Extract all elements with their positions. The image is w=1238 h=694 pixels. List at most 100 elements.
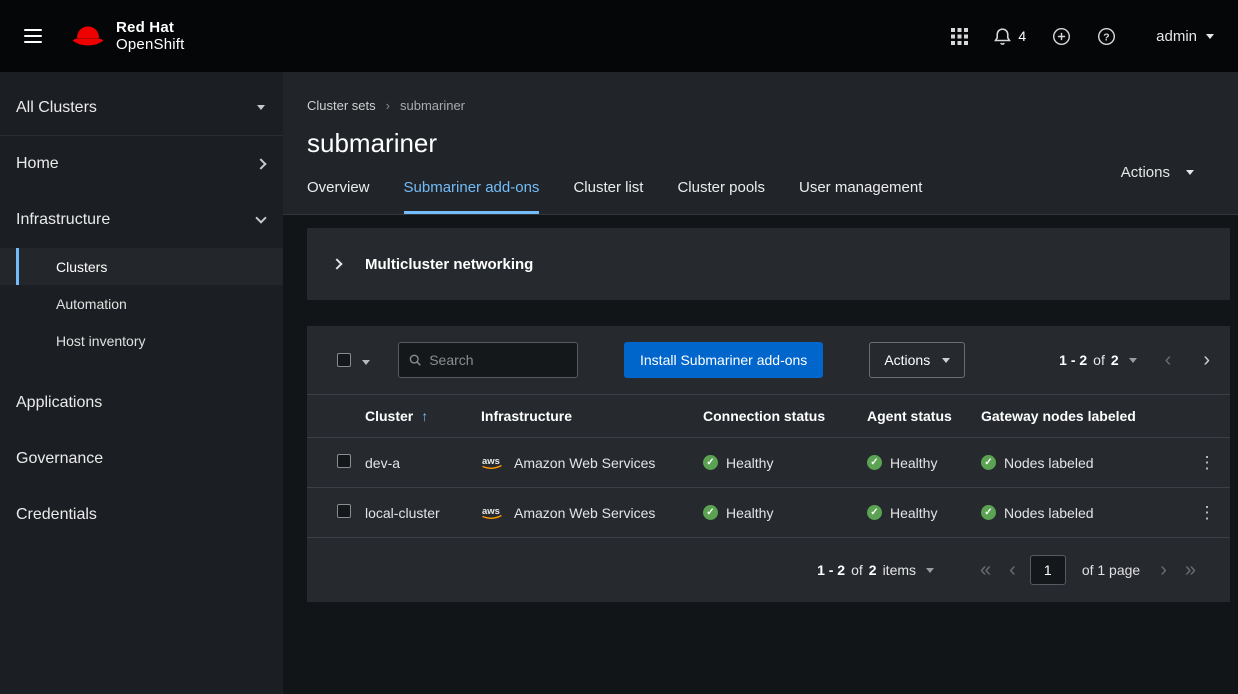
notifications-button[interactable]: 4 bbox=[994, 27, 1026, 46]
page-actions-label: Actions bbox=[1121, 164, 1170, 181]
bulk-select bbox=[337, 351, 372, 370]
sidebar-item-label: Applications bbox=[16, 394, 102, 412]
pagination-range: 1 - 2 bbox=[1059, 352, 1087, 368]
plus-circle-icon bbox=[1052, 27, 1071, 46]
multicluster-networking-card: Multicluster networking bbox=[307, 228, 1230, 300]
gateway-nodes-status[interactable]: ✓ Nodes labeled bbox=[981, 455, 1174, 471]
row-kebab-menu-icon[interactable]: ⋮ bbox=[1191, 449, 1224, 477]
current-page-input[interactable] bbox=[1030, 555, 1066, 585]
question-circle-icon: ? bbox=[1097, 27, 1116, 46]
table-actions-dropdown[interactable]: Actions bbox=[869, 342, 965, 378]
check-circle-icon: ✓ bbox=[867, 505, 882, 520]
column-header-agent-status: Agent status bbox=[857, 408, 971, 424]
prev-page-button[interactable]: ‹ bbox=[1005, 560, 1020, 580]
submariner-table-card: Install Submariner add-ons Actions 1 - 2… bbox=[307, 326, 1230, 602]
breadcrumb-link-cluster-sets[interactable]: Cluster sets bbox=[307, 98, 376, 113]
create-button[interactable] bbox=[1052, 27, 1071, 46]
first-page-button[interactable]: « bbox=[976, 560, 995, 580]
page-actions-dropdown[interactable]: Actions bbox=[1121, 164, 1194, 181]
sort-ascending-icon: ↑ bbox=[421, 408, 428, 424]
bulk-select-checkbox[interactable] bbox=[337, 353, 351, 367]
pagination-of-label: of bbox=[851, 562, 863, 578]
table-row: dev-a aws Amazon Web Services ✓ Healthy bbox=[307, 438, 1230, 488]
status-label: Nodes labeled bbox=[1004, 455, 1094, 471]
sidebar-item-home[interactable]: Home bbox=[0, 136, 283, 192]
gateway-nodes-status[interactable]: ✓ Nodes labeled bbox=[981, 505, 1174, 521]
main-content: Cluster sets › submariner submariner Act… bbox=[283, 72, 1238, 694]
help-button[interactable]: ? bbox=[1097, 27, 1116, 46]
expand-toggle-button[interactable] bbox=[325, 260, 349, 268]
app-launcher-grid-icon bbox=[951, 28, 968, 45]
breadcrumb-separator-icon: › bbox=[386, 98, 390, 113]
table-actions-label: Actions bbox=[884, 352, 930, 368]
aws-logo-icon: aws bbox=[481, 505, 505, 520]
page-header: Cluster sets › submariner submariner Act… bbox=[283, 72, 1238, 215]
next-page-button[interactable]: › bbox=[1199, 350, 1214, 370]
cluster-name: local-cluster bbox=[355, 505, 471, 521]
tab-submariner-addons[interactable]: Submariner add-ons bbox=[404, 179, 540, 214]
pagination-top: 1 - 2 of 2 ‹ › bbox=[1059, 350, 1214, 370]
masthead: Red Hat OpenShift 4 ? bbox=[0, 0, 1238, 72]
status-label: Healthy bbox=[890, 455, 937, 471]
row-kebab-menu-icon[interactable]: ⋮ bbox=[1191, 499, 1224, 527]
chevron-down-icon bbox=[1186, 170, 1194, 175]
connection-status[interactable]: ✓ Healthy bbox=[703, 455, 857, 471]
sidebar-item-applications[interactable]: Applications bbox=[0, 375, 283, 431]
sidebar-item-credentials[interactable]: Credentials bbox=[0, 487, 283, 543]
user-menu[interactable]: admin bbox=[1156, 28, 1214, 45]
chevron-down-icon bbox=[942, 358, 950, 363]
check-circle-icon: ✓ bbox=[981, 455, 996, 470]
row-checkbox[interactable] bbox=[337, 454, 351, 468]
page-count-label: of 1 page bbox=[1082, 562, 1140, 578]
infrastructure-label: Amazon Web Services bbox=[514, 505, 655, 521]
cluster-switcher-label: All Clusters bbox=[16, 99, 97, 117]
tab-overview[interactable]: Overview bbox=[307, 179, 370, 214]
sidebar-item-label: Automation bbox=[56, 296, 127, 312]
sidebar-item-label: Clusters bbox=[56, 259, 107, 275]
pagination-total: 2 bbox=[869, 562, 877, 578]
cluster-switcher[interactable]: All Clusters bbox=[0, 80, 283, 136]
row-checkbox[interactable] bbox=[337, 504, 351, 518]
status-label: Healthy bbox=[726, 505, 773, 521]
sidebar-item-label: Credentials bbox=[16, 506, 97, 524]
pagination-of-label: of bbox=[1093, 352, 1105, 368]
install-submariner-button[interactable]: Install Submariner add-ons bbox=[624, 342, 823, 378]
tab-cluster-pools[interactable]: Cluster pools bbox=[677, 179, 765, 214]
connection-status[interactable]: ✓ Healthy bbox=[703, 505, 857, 521]
chevron-down-icon bbox=[926, 568, 934, 573]
tab-user-management[interactable]: User management bbox=[799, 179, 922, 214]
bell-icon bbox=[994, 27, 1011, 46]
sidebar-item-governance[interactable]: Governance bbox=[0, 431, 283, 487]
bulk-select-dropdown-toggle[interactable] bbox=[360, 351, 372, 370]
sidebar-item-host-inventory[interactable]: Host inventory bbox=[0, 322, 283, 359]
check-circle-icon: ✓ bbox=[981, 505, 996, 520]
items-per-page-toggle[interactable]: 1 - 2 of 2 items bbox=[817, 562, 934, 578]
tab-cluster-list[interactable]: Cluster list bbox=[573, 179, 643, 214]
svg-text:aws: aws bbox=[482, 456, 500, 467]
chevron-down-icon bbox=[255, 212, 266, 223]
search-icon bbox=[409, 353, 421, 367]
prev-page-button[interactable]: ‹ bbox=[1161, 350, 1176, 370]
svg-text:?: ? bbox=[1103, 32, 1109, 43]
table-row: local-cluster aws Amazon Web Services ✓ … bbox=[307, 488, 1230, 538]
check-circle-icon: ✓ bbox=[703, 455, 718, 470]
sidebar-nav: All Clusters Home Infrastructure Cluster… bbox=[0, 72, 283, 694]
table-toolbar: Install Submariner add-ons Actions 1 - 2… bbox=[307, 326, 1230, 394]
column-header-cluster[interactable]: Cluster ↑ bbox=[355, 408, 471, 424]
pagination-summary-toggle[interactable]: 1 - 2 of 2 bbox=[1059, 352, 1137, 368]
svg-text:aws: aws bbox=[482, 506, 500, 517]
sidebar-item-infrastructure[interactable]: Infrastructure bbox=[0, 192, 283, 248]
sidebar-item-clusters[interactable]: Clusters bbox=[0, 248, 283, 285]
chevron-down-icon bbox=[1206, 34, 1214, 39]
chevron-down-icon bbox=[257, 105, 265, 110]
last-page-button[interactable]: » bbox=[1181, 560, 1200, 580]
tab-bar: Overview Submariner add-ons Cluster list… bbox=[307, 179, 1214, 214]
brand-logo[interactable]: Red Hat OpenShift bbox=[70, 19, 185, 53]
next-page-button[interactable]: › bbox=[1156, 560, 1171, 580]
sidebar-item-automation[interactable]: Automation bbox=[0, 285, 283, 322]
search-input[interactable] bbox=[429, 352, 567, 368]
agent-status[interactable]: ✓ Healthy bbox=[867, 505, 971, 521]
app-launcher-button[interactable] bbox=[951, 28, 968, 45]
nav-toggle-hamburger-icon[interactable] bbox=[24, 29, 42, 43]
agent-status[interactable]: ✓ Healthy bbox=[867, 455, 971, 471]
